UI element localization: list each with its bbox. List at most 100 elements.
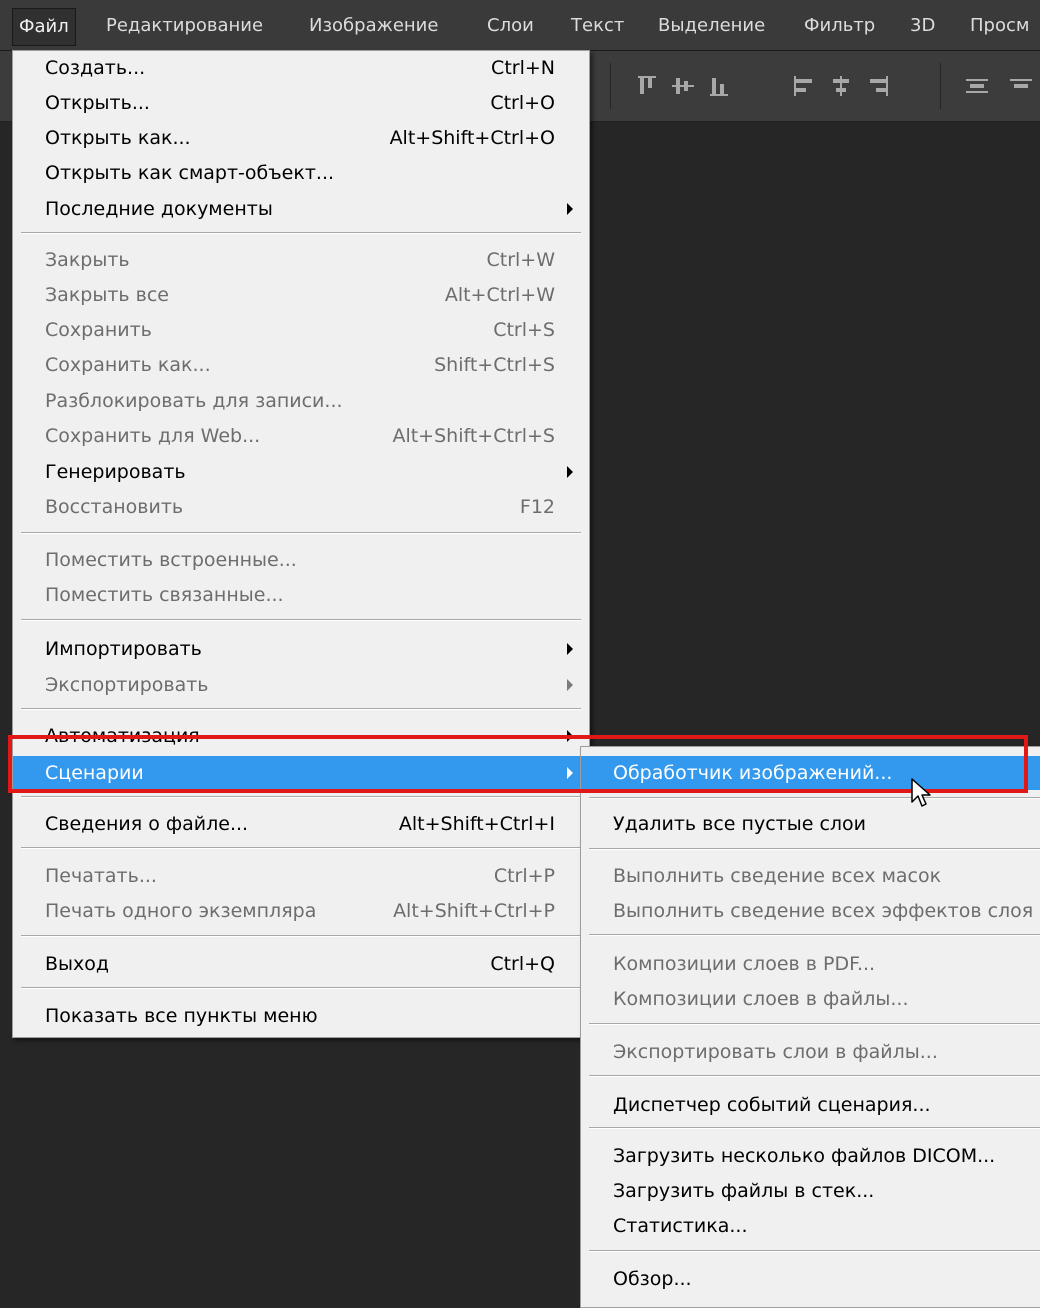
menu-item-label: Обзор... (613, 1268, 692, 1290)
submenu-item-browse[interactable]: Обзор... (581, 1262, 1040, 1296)
submenu-item-load-multiple-dicom[interactable]: Загрузить несколько файлов DICOM... (581, 1139, 1040, 1173)
menu-separator (21, 987, 581, 989)
menu-item-shortcut: F12 (519, 496, 555, 518)
menu-item-label: Поместить связанные... (45, 584, 284, 606)
menu-item-label: Импортировать (45, 638, 202, 660)
menu-item-label: Последние документы (45, 198, 273, 220)
submenu-item-flatten-all-layer-effects[interactable]: Выполнить сведение всех эффектов слоя (581, 894, 1040, 928)
menu-view[interactable]: Просм (964, 12, 1035, 40)
menu-item-label: Сведения о файле... (45, 813, 249, 835)
align-vertical-centers-icon[interactable] (672, 76, 694, 96)
menu-item-label: Генерировать (45, 461, 186, 483)
menu-bar: Файл Редактирование Изображение Слои Тек… (0, 0, 1040, 51)
menu-item-export[interactable]: Экспортировать (13, 668, 589, 702)
menu-item-label: Печать одного экземпляра (45, 900, 317, 922)
menu-item-open[interactable]: Открыть... Ctrl+O (13, 86, 589, 120)
menu-separator (589, 797, 1040, 799)
menu-separator (589, 1023, 1040, 1025)
menu-item-label: Выполнить сведение всех эффектов слоя (613, 900, 1034, 922)
submenu-item-script-events-manager[interactable]: Диспетчер событий сценария... (581, 1088, 1040, 1122)
menu-item-show-all-menu-items[interactable]: Показать все пункты меню (13, 999, 589, 1033)
submenu-arrow-icon (567, 643, 573, 655)
align-bottom-edges-icon[interactable] (708, 76, 730, 96)
menu-item-shortcut: Alt+Shift+Ctrl+O (389, 127, 555, 149)
file-menu: Создать... Ctrl+N Открыть... Ctrl+O Открыт… (12, 50, 590, 1038)
menu-item-save-for-web[interactable]: Сохранить для Web... Alt+Shift+Ctrl+S (13, 419, 589, 453)
menu-item-place-linked[interactable]: Поместить связанные... (13, 578, 589, 612)
menu-separator (21, 796, 581, 798)
menu-separator (21, 708, 581, 710)
submenu-item-image-processor[interactable]: Обработчик изображений... (581, 756, 1040, 790)
menu-item-label: Печатать... (45, 865, 157, 887)
submenu-item-layer-comps-to-files[interactable]: Композиции слоев в файлы... (581, 982, 1040, 1016)
menu-item-generate[interactable]: Генерировать (13, 455, 589, 489)
align-right-edges-icon[interactable] (866, 76, 888, 96)
menu-item-print-one-copy[interactable]: Печать одного экземпляра Alt+Shift+Ctrl+P (13, 894, 589, 928)
menu-item-label: Закрыть все (45, 284, 170, 306)
menu-text[interactable]: Текст (565, 12, 630, 40)
align-horizontal-centers-icon[interactable] (830, 76, 852, 96)
submenu-arrow-icon (567, 730, 573, 742)
menu-item-automate[interactable]: Автоматизация (13, 719, 589, 753)
submenu-arrow-icon (567, 203, 573, 215)
menu-item-label: Сохранить (45, 319, 152, 341)
menu-item-shortcut: Ctrl+S (493, 319, 555, 341)
menu-item-label: Сценарии (45, 762, 144, 784)
menu-edit[interactable]: Редактирование (100, 12, 269, 40)
menu-3d[interactable]: 3D (904, 12, 941, 40)
options-separator (940, 63, 941, 109)
menu-layers[interactable]: Слои (481, 12, 540, 40)
menu-item-save[interactable]: Сохранить Ctrl+S (13, 313, 589, 347)
menu-item-shortcut: Ctrl+W (486, 249, 555, 271)
menu-item-label: Композиции слоев в файлы... (613, 988, 909, 1010)
menu-separator (589, 1127, 1040, 1129)
menu-item-label: Сохранить для Web... (45, 425, 261, 447)
submenu-arrow-icon (567, 767, 573, 779)
menu-item-label: Сохранить как... (45, 354, 211, 376)
menu-item-import[interactable]: Импортировать (13, 632, 589, 666)
menu-item-recent-documents[interactable]: Последние документы (13, 192, 589, 226)
menu-item-label: Обработчик изображений... (613, 762, 893, 784)
menu-item-label: Открыть... (45, 92, 150, 114)
menu-item-close-all[interactable]: Закрыть все Alt+Ctrl+W (13, 278, 589, 312)
menu-item-open-as[interactable]: Открыть как... Alt+Shift+Ctrl+O (13, 121, 589, 155)
submenu-arrow-icon (567, 466, 573, 478)
menu-separator (589, 934, 1040, 936)
distribute-top-icon[interactable] (966, 76, 988, 96)
menu-select[interactable]: Выделение (652, 12, 771, 40)
menu-item-revert[interactable]: Восстановить F12 (13, 490, 589, 524)
menu-item-place-embedded[interactable]: Поместить встроенные... (13, 543, 589, 577)
menu-filter[interactable]: Фильтр (798, 12, 881, 40)
submenu-item-load-files-into-stack[interactable]: Загрузить файлы в стек... (581, 1174, 1040, 1208)
menu-item-shortcut: Ctrl+Q (490, 953, 555, 975)
menu-item-open-as-smart-object[interactable]: Открыть как смарт-объект... (13, 156, 589, 190)
menu-separator (21, 847, 581, 849)
menu-image[interactable]: Изображение (303, 12, 444, 40)
menu-item-file-info[interactable]: Сведения о файле... Alt+Shift+Ctrl+I (13, 807, 589, 841)
menu-item-shortcut: Alt+Shift+Ctrl+S (392, 425, 555, 447)
menu-item-exit[interactable]: Выход Ctrl+Q (13, 947, 589, 981)
submenu-item-statistics[interactable]: Статистика... (581, 1209, 1040, 1243)
menu-item-label: Выход (45, 953, 110, 975)
menu-item-save-as[interactable]: Сохранить как... Shift+Ctrl+S (13, 348, 589, 382)
menu-item-label: Статистика... (613, 1215, 748, 1237)
submenu-item-delete-empty-layers[interactable]: Удалить все пустые слои (581, 807, 1040, 841)
menu-item-unlock-for-writing[interactable]: Разблокировать для записи... (13, 384, 589, 418)
menu-item-new[interactable]: Создать... Ctrl+N (13, 51, 589, 85)
menu-item-scripts[interactable]: Сценарии (13, 756, 589, 790)
submenu-item-layer-comps-to-pdf[interactable]: Композиции слоев в PDF... (581, 947, 1040, 981)
menu-item-shortcut: Ctrl+P (493, 865, 555, 887)
distribute-vcenter-icon[interactable] (1010, 76, 1032, 96)
menu-item-label: Открыть как... (45, 127, 191, 149)
submenu-item-flatten-all-masks[interactable]: Выполнить сведение всех масок (581, 859, 1040, 893)
align-left-edges-icon[interactable] (794, 76, 816, 96)
menu-item-close[interactable]: Закрыть Ctrl+W (13, 243, 589, 277)
menu-separator (21, 619, 581, 621)
align-top-edges-icon[interactable] (636, 76, 658, 96)
menu-separator (21, 232, 581, 234)
menu-item-shortcut: Alt+Ctrl+W (444, 284, 555, 306)
menu-file[interactable]: Файл (12, 8, 76, 46)
submenu-item-export-layers-to-files[interactable]: Экспортировать слои в файлы... (581, 1035, 1040, 1069)
menu-item-print[interactable]: Печатать... Ctrl+P (13, 859, 589, 893)
menu-item-shortcut: Ctrl+N (491, 57, 555, 79)
